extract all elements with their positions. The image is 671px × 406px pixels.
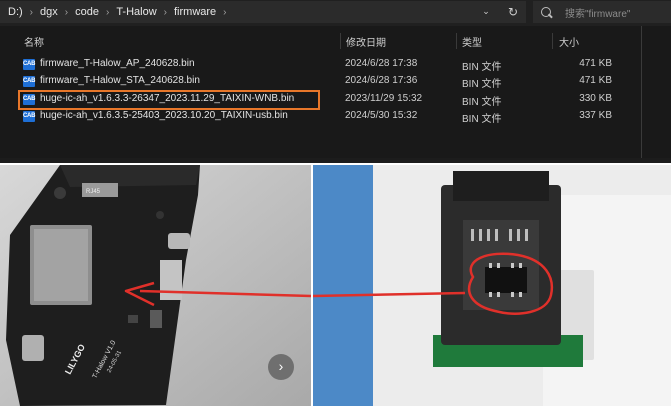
refresh-icon[interactable]: ↻ bbox=[500, 1, 526, 23]
file-type: BIN 文件 bbox=[462, 114, 502, 125]
chevron-right-icon: › bbox=[64, 6, 69, 18]
breadcrumb-t-halow[interactable]: T-Halow bbox=[112, 6, 160, 18]
highlight-box bbox=[18, 90, 320, 110]
breadcrumb-code[interactable]: code bbox=[71, 6, 103, 18]
file-name: huge-ic-ah_v1.6.3.5-25403_2023.10.20_TAI… bbox=[40, 110, 288, 121]
chevron-right-icon: › bbox=[163, 6, 167, 18]
file-type: BIN 文件 bbox=[462, 79, 502, 90]
file-size: 471 KB bbox=[579, 75, 612, 86]
chevron-right-icon: › bbox=[223, 6, 227, 18]
chevron-right-icon: › bbox=[105, 6, 110, 18]
column-header-name[interactable]: 名称 bbox=[24, 34, 44, 49]
chevron-down-icon[interactable]: ⌄ bbox=[480, 5, 492, 17]
column-headers: 名称 修改日期 类型 大小 bbox=[0, 31, 640, 51]
search-placeholder: 搜索"firmware" bbox=[565, 8, 631, 20]
search-input[interactable]: 搜索"firmware" bbox=[533, 1, 671, 23]
list-divider bbox=[641, 26, 642, 158]
file-list: 名称 修改日期 类型 大小 CAB firmware_T-Halow_AP_24… bbox=[0, 26, 671, 158]
file-modified: 2023/11/29 15:32 bbox=[345, 93, 423, 104]
file-name: firmware_T-Halow_AP_240628.bin bbox=[40, 58, 195, 69]
file-size: 337 KB bbox=[579, 110, 612, 121]
breadcrumb[interactable]: D:) › dgx › code › T-Halow › firmware › bbox=[0, 1, 526, 23]
breadcrumb-drive[interactable]: D:) bbox=[4, 6, 27, 18]
breadcrumb-firmware[interactable]: firmware bbox=[170, 6, 220, 18]
column-divider[interactable] bbox=[456, 33, 457, 49]
column-divider[interactable] bbox=[552, 33, 553, 49]
bin-file-icon: CAB bbox=[23, 59, 35, 70]
file-size: 330 KB bbox=[579, 93, 612, 104]
file-row[interactable]: CAB huge-ic-ah_v1.6.3.5-25403_2023.10.20… bbox=[18, 108, 618, 125]
file-size: 471 KB bbox=[579, 58, 612, 69]
programmer-photo-illustration bbox=[313, 165, 671, 406]
file-type: BIN 文件 bbox=[462, 97, 502, 108]
column-header-modified[interactable]: 修改日期 bbox=[346, 34, 386, 49]
column-header-size[interactable]: 大小 bbox=[559, 34, 579, 49]
board-photo: RJ45 LILYGO T-Halow V1.0 24-05-31 › bbox=[0, 165, 311, 406]
bin-file-icon: CAB bbox=[23, 111, 35, 122]
board-photo-illustration: RJ45 LILYGO T-Halow V1.0 24-05-31 bbox=[0, 165, 311, 406]
file-modified: 2024/6/28 17:36 bbox=[345, 75, 418, 86]
chevron-right-icon: › bbox=[29, 6, 34, 18]
breadcrumb-dgx[interactable]: dgx bbox=[36, 6, 62, 18]
file-row[interactable]: CAB firmware_T-Halow_AP_240628.bin 2024/… bbox=[18, 56, 618, 73]
address-bar: D:) › dgx › code › T-Halow › firmware › … bbox=[0, 0, 671, 26]
file-modified: 2024/6/28 17:38 bbox=[345, 58, 418, 69]
rj45-label: RJ45 bbox=[86, 189, 101, 195]
chevron-right-icon[interactable]: › bbox=[268, 354, 294, 380]
column-header-type[interactable]: 类型 bbox=[462, 34, 482, 49]
file-row[interactable]: CAB firmware_T-Halow_STA_240628.bin 2024… bbox=[18, 73, 618, 90]
bin-file-icon: CAB bbox=[23, 76, 35, 87]
search-icon bbox=[541, 7, 551, 17]
programmer-photo bbox=[313, 165, 671, 406]
photo-panel: RJ45 LILYGO T-Halow V1.0 24-05-31 › bbox=[0, 163, 671, 406]
file-modified: 2024/5/30 15:32 bbox=[345, 110, 418, 121]
file-name: firmware_T-Halow_STA_240628.bin bbox=[40, 75, 200, 86]
file-type: BIN 文件 bbox=[462, 62, 502, 73]
column-divider[interactable] bbox=[340, 33, 341, 49]
